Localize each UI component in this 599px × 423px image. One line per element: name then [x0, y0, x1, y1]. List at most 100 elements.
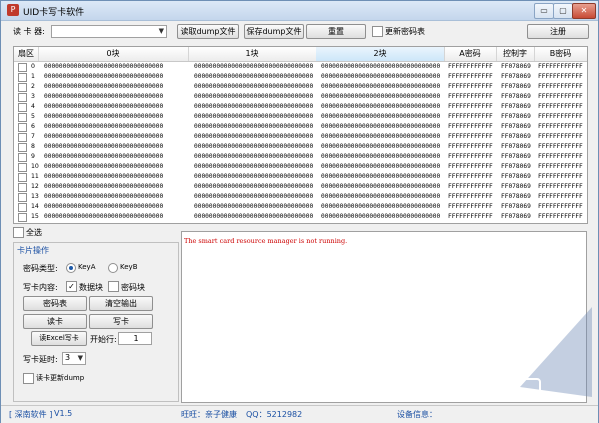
- cell-key-b[interactable]: FFFFFFFFFFFF: [538, 152, 587, 162]
- table-row[interactable]: 14 00000000000000000000000000000000 000000…: [14, 202, 587, 212]
- cell-access-bits[interactable]: FF078069: [501, 122, 535, 132]
- cell-key-a[interactable]: FFFFFFFFFFFF: [448, 72, 496, 82]
- cell-block0[interactable]: 00000000000000000000000000000000: [44, 142, 184, 152]
- cell-access-bits[interactable]: FF078069: [501, 72, 535, 82]
- read-update-dump-checkbox[interactable]: [23, 373, 34, 384]
- cell-key-b[interactable]: FFFFFFFFFFFF: [538, 72, 587, 82]
- row-checkbox[interactable]: [18, 183, 27, 192]
- cell-block2[interactable]: 00000000000000000000000000000000: [321, 202, 443, 212]
- cell-key-b[interactable]: FFFFFFFFFFFF: [538, 192, 587, 202]
- password-block-checkbox[interactable]: [108, 281, 119, 292]
- cell-access-bits[interactable]: FF078069: [501, 92, 535, 102]
- data-block-checkbox[interactable]: ✓: [66, 281, 77, 292]
- table-row[interactable]: 11 00000000000000000000000000000000 000000…: [14, 172, 587, 182]
- cell-block2[interactable]: 00000000000000000000000000000000: [321, 112, 443, 122]
- cell-block0[interactable]: 00000000000000000000000000000000: [44, 112, 184, 122]
- header-access-bits[interactable]: 控制字: [496, 47, 535, 61]
- table-row[interactable]: 5 00000000000000000000000000000000 0000000…: [14, 112, 587, 122]
- header-block2[interactable]: 2块: [316, 47, 445, 61]
- row-checkbox[interactable]: [18, 103, 27, 112]
- cell-key-a[interactable]: FFFFFFFFFFFF: [448, 92, 496, 102]
- cell-block1[interactable]: 00000000000000000000000000000000: [194, 132, 316, 142]
- cell-block0[interactable]: 00000000000000000000000000000000: [44, 132, 184, 142]
- cell-block1[interactable]: 00000000000000000000000000000000: [194, 202, 316, 212]
- cell-key-b[interactable]: FFFFFFFFFFFF: [538, 102, 587, 112]
- cell-access-bits[interactable]: FF078069: [501, 112, 535, 122]
- cell-key-a[interactable]: FFFFFFFFFFFF: [448, 122, 496, 132]
- row-checkbox[interactable]: [18, 93, 27, 102]
- cell-block1[interactable]: 00000000000000000000000000000000: [194, 182, 316, 192]
- cell-key-b[interactable]: FFFFFFFFFFFF: [538, 82, 587, 92]
- cell-block2[interactable]: 00000000000000000000000000000000: [321, 92, 443, 102]
- row-checkbox[interactable]: [18, 73, 27, 82]
- cell-key-a[interactable]: FFFFFFFFFFFF: [448, 192, 496, 202]
- update-password-checkbox[interactable]: [372, 26, 383, 37]
- row-checkbox[interactable]: [18, 173, 27, 182]
- row-checkbox[interactable]: [18, 203, 27, 212]
- cell-block0[interactable]: 00000000000000000000000000000000: [44, 92, 184, 102]
- cell-block0[interactable]: 00000000000000000000000000000000: [44, 212, 184, 222]
- cell-key-a[interactable]: FFFFFFFFFFFF: [448, 162, 496, 172]
- cell-key-b[interactable]: FFFFFFFFFFFF: [538, 142, 587, 152]
- header-key-a[interactable]: A密码: [444, 47, 497, 61]
- header-key-b[interactable]: B密码: [534, 47, 587, 61]
- cell-access-bits[interactable]: FF078069: [501, 82, 535, 92]
- cell-access-bits[interactable]: FF078069: [501, 62, 535, 72]
- table-row[interactable]: 0 00000000000000000000000000000000 0000000…: [14, 62, 587, 72]
- table-row[interactable]: 6 00000000000000000000000000000000 0000000…: [14, 122, 587, 132]
- start-row-input[interactable]: 1: [118, 332, 152, 345]
- cell-key-b[interactable]: FFFFFFFFFFFF: [538, 62, 587, 72]
- cell-key-b[interactable]: FFFFFFFFFFFF: [538, 162, 587, 172]
- cell-key-a[interactable]: FFFFFFFFFFFF: [448, 182, 496, 192]
- row-checkbox[interactable]: [18, 143, 27, 152]
- cell-block2[interactable]: 00000000000000000000000000000000: [321, 162, 443, 172]
- cell-block0[interactable]: 00000000000000000000000000000000: [44, 72, 184, 82]
- cell-access-bits[interactable]: FF078069: [501, 192, 535, 202]
- cell-block0[interactable]: 00000000000000000000000000000000: [44, 152, 184, 162]
- reader-select[interactable]: ▼: [51, 25, 167, 38]
- cell-key-b[interactable]: FFFFFFFFFFFF: [538, 212, 587, 222]
- write-card-button[interactable]: 写卡: [89, 314, 153, 329]
- cell-access-bits[interactable]: FF078069: [501, 152, 535, 162]
- row-checkbox[interactable]: [18, 113, 27, 122]
- cell-access-bits[interactable]: FF078069: [501, 212, 535, 222]
- cell-block2[interactable]: 00000000000000000000000000000000: [321, 122, 443, 132]
- cell-access-bits[interactable]: FF078069: [501, 102, 535, 112]
- cell-block1[interactable]: 00000000000000000000000000000000: [194, 92, 316, 102]
- table-row[interactable]: 9 00000000000000000000000000000000 0000000…: [14, 152, 587, 162]
- keyb-radio[interactable]: [108, 263, 118, 273]
- reset-button[interactable]: 重置: [306, 24, 366, 39]
- cell-key-a[interactable]: FFFFFFFFFFFF: [448, 82, 496, 92]
- cell-key-a[interactable]: FFFFFFFFFFFF: [448, 132, 496, 142]
- cell-key-a[interactable]: FFFFFFFFFFFF: [448, 142, 496, 152]
- cell-block2[interactable]: 00000000000000000000000000000000: [321, 182, 443, 192]
- row-checkbox[interactable]: [18, 213, 27, 222]
- cell-block2[interactable]: 00000000000000000000000000000000: [321, 82, 443, 92]
- header-block1[interactable]: 1块: [188, 47, 317, 61]
- table-row[interactable]: 8 00000000000000000000000000000000 0000000…: [14, 142, 587, 152]
- cell-block2[interactable]: 00000000000000000000000000000000: [321, 72, 443, 82]
- cell-block1[interactable]: 00000000000000000000000000000000: [194, 212, 316, 222]
- header-sector[interactable]: 扇区: [14, 47, 39, 61]
- cell-block1[interactable]: 00000000000000000000000000000000: [194, 172, 316, 182]
- register-button[interactable]: 注册: [527, 24, 589, 39]
- row-checkbox[interactable]: [18, 163, 27, 172]
- cell-block1[interactable]: 00000000000000000000000000000000: [194, 192, 316, 202]
- close-button[interactable]: ✕: [572, 3, 596, 19]
- keya-radio[interactable]: [66, 263, 76, 273]
- cell-block1[interactable]: 00000000000000000000000000000000: [194, 102, 316, 112]
- row-checkbox[interactable]: [18, 133, 27, 142]
- save-dump-button[interactable]: 保存dump文件: [244, 24, 304, 39]
- cell-block2[interactable]: 00000000000000000000000000000000: [321, 152, 443, 162]
- row-checkbox[interactable]: [18, 193, 27, 202]
- cell-block0[interactable]: 00000000000000000000000000000000: [44, 82, 184, 92]
- cell-block1[interactable]: 00000000000000000000000000000000: [194, 162, 316, 172]
- row-checkbox[interactable]: [18, 63, 27, 72]
- cell-block1[interactable]: 00000000000000000000000000000000: [194, 112, 316, 122]
- cell-key-b[interactable]: FFFFFFFFFFFF: [538, 122, 587, 132]
- cell-block2[interactable]: 00000000000000000000000000000000: [321, 132, 443, 142]
- cell-block1[interactable]: 00000000000000000000000000000000: [194, 82, 316, 92]
- password-table-button[interactable]: 密码表: [23, 296, 87, 311]
- read-excel-write-button[interactable]: 读Excel写卡: [31, 331, 87, 346]
- cell-block1[interactable]: 00000000000000000000000000000000: [194, 152, 316, 162]
